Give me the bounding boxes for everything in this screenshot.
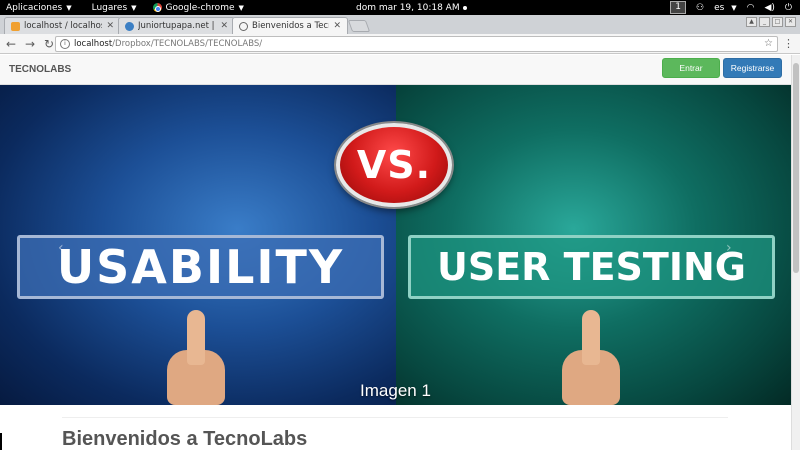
notification-dot-icon [462,5,467,10]
chrome-icon [152,3,162,12]
maximize-button[interactable]: □ [772,17,783,27]
usability-sign: USABILITY [17,235,384,299]
phpmyadmin-favicon-icon [11,21,20,31]
chevron-down-icon: ▼ [66,3,72,12]
keyboard-layout-label: es [714,2,725,13]
globe-favicon-icon [239,21,248,31]
vs-text: VS. [356,143,432,187]
chrome-menu-icon[interactable]: ⋮ [783,38,794,49]
system-top-bar: Aplicaciones ▼ Lugares ▼ Google-chrome ▼… [0,0,800,15]
carousel-prev-button[interactable]: ‹ [58,240,64,256]
url-host: localhost [74,39,113,49]
web-page: TECNOLABS Entrar Registrarse VS. USABILI… [0,55,791,450]
scrollbar-thumb[interactable] [793,63,799,273]
browser-toolbar: ← → ↻ i localhost /Dropbox/TECNOLABS/TEC… [0,34,800,54]
left-edge-mark [0,433,2,450]
tab-strip: localhost / localhost ✕ Juniortupapa.net… [0,15,800,34]
new-tab-button[interactable] [347,20,371,32]
chevron-down-icon: ▼ [731,3,737,12]
chevron-down-icon: ▼ [238,3,244,12]
close-icon[interactable]: ✕ [220,21,228,31]
section-divider [62,417,728,418]
tab-title: Juniortupapa.net | R [138,21,217,31]
bookmark-star-icon[interactable]: ☆ [764,38,773,49]
clock-label: dom mar 19, 10:18 AM [356,2,460,13]
clock[interactable]: dom mar 19, 10:18 AM [356,0,467,15]
close-window-button[interactable]: ✕ [785,17,796,27]
tab-bienvenidos[interactable]: Bienvenidos a Tecno ✕ [232,17,348,34]
wifi-icon[interactable]: ◠ [747,3,755,13]
app-menu[interactable]: Google-chrome ▼ [147,0,250,15]
minimize-button[interactable]: _ [759,17,770,27]
tab-juniortupapa[interactable]: Juniortupapa.net | R ✕ [118,17,235,34]
power-icon[interactable]: ⏻ [785,3,792,13]
address-bar[interactable]: i localhost /Dropbox/TECNOLABS/TECNOLABS… [55,36,778,52]
back-button[interactable]: ← [3,36,19,52]
vs-badge: VS. [336,123,452,207]
page-heading: Bienvenidos a TecnoLabs [62,428,308,450]
image-carousel: VS. USABILITY USER TESTING ‹ › Imagen 1 [0,85,791,405]
site-brand[interactable]: TECNOLABS [9,64,71,75]
places-menu[interactable]: Lugares ▼ [86,0,143,15]
applications-menu-label: Aplicaciones [6,2,63,13]
forward-button[interactable]: → [22,36,38,52]
app-menu-label: Google-chrome [165,2,235,13]
url-path: /Dropbox/TECNOLABS/TECNOLABS/ [112,39,263,49]
register-button[interactable]: Registrarse [723,58,782,78]
login-button[interactable]: Entrar [662,58,720,78]
wordpress-favicon-icon [125,21,134,31]
volume-icon[interactable]: ◀) [764,3,774,13]
chevron-down-icon: ▼ [131,3,137,12]
keyboard-layout[interactable]: es ▼ [714,3,737,13]
close-icon[interactable]: ✕ [333,21,341,31]
close-icon[interactable]: ✕ [106,21,114,31]
workspace-indicator[interactable]: 1 [670,1,686,14]
carousel-caption: Imagen 1 [360,381,431,400]
network-users-icon[interactable]: ⚇ [696,3,704,13]
tab-title: localhost / localhost [24,21,103,31]
tab-title: Bienvenidos a Tecno [252,21,329,31]
tab-localhost[interactable]: localhost / localhost ✕ [4,17,121,34]
page-scrollbar[interactable] [791,55,800,450]
places-menu-label: Lugares [91,2,128,13]
info-icon[interactable]: i [60,39,70,49]
applications-menu[interactable]: Aplicaciones ▼ [0,0,78,15]
profile-icon[interactable]: ▲ [746,17,757,27]
site-navbar: TECNOLABS Entrar Registrarse [0,55,791,85]
user-testing-sign: USER TESTING [408,235,775,299]
carousel-next-button[interactable]: › [726,240,732,256]
